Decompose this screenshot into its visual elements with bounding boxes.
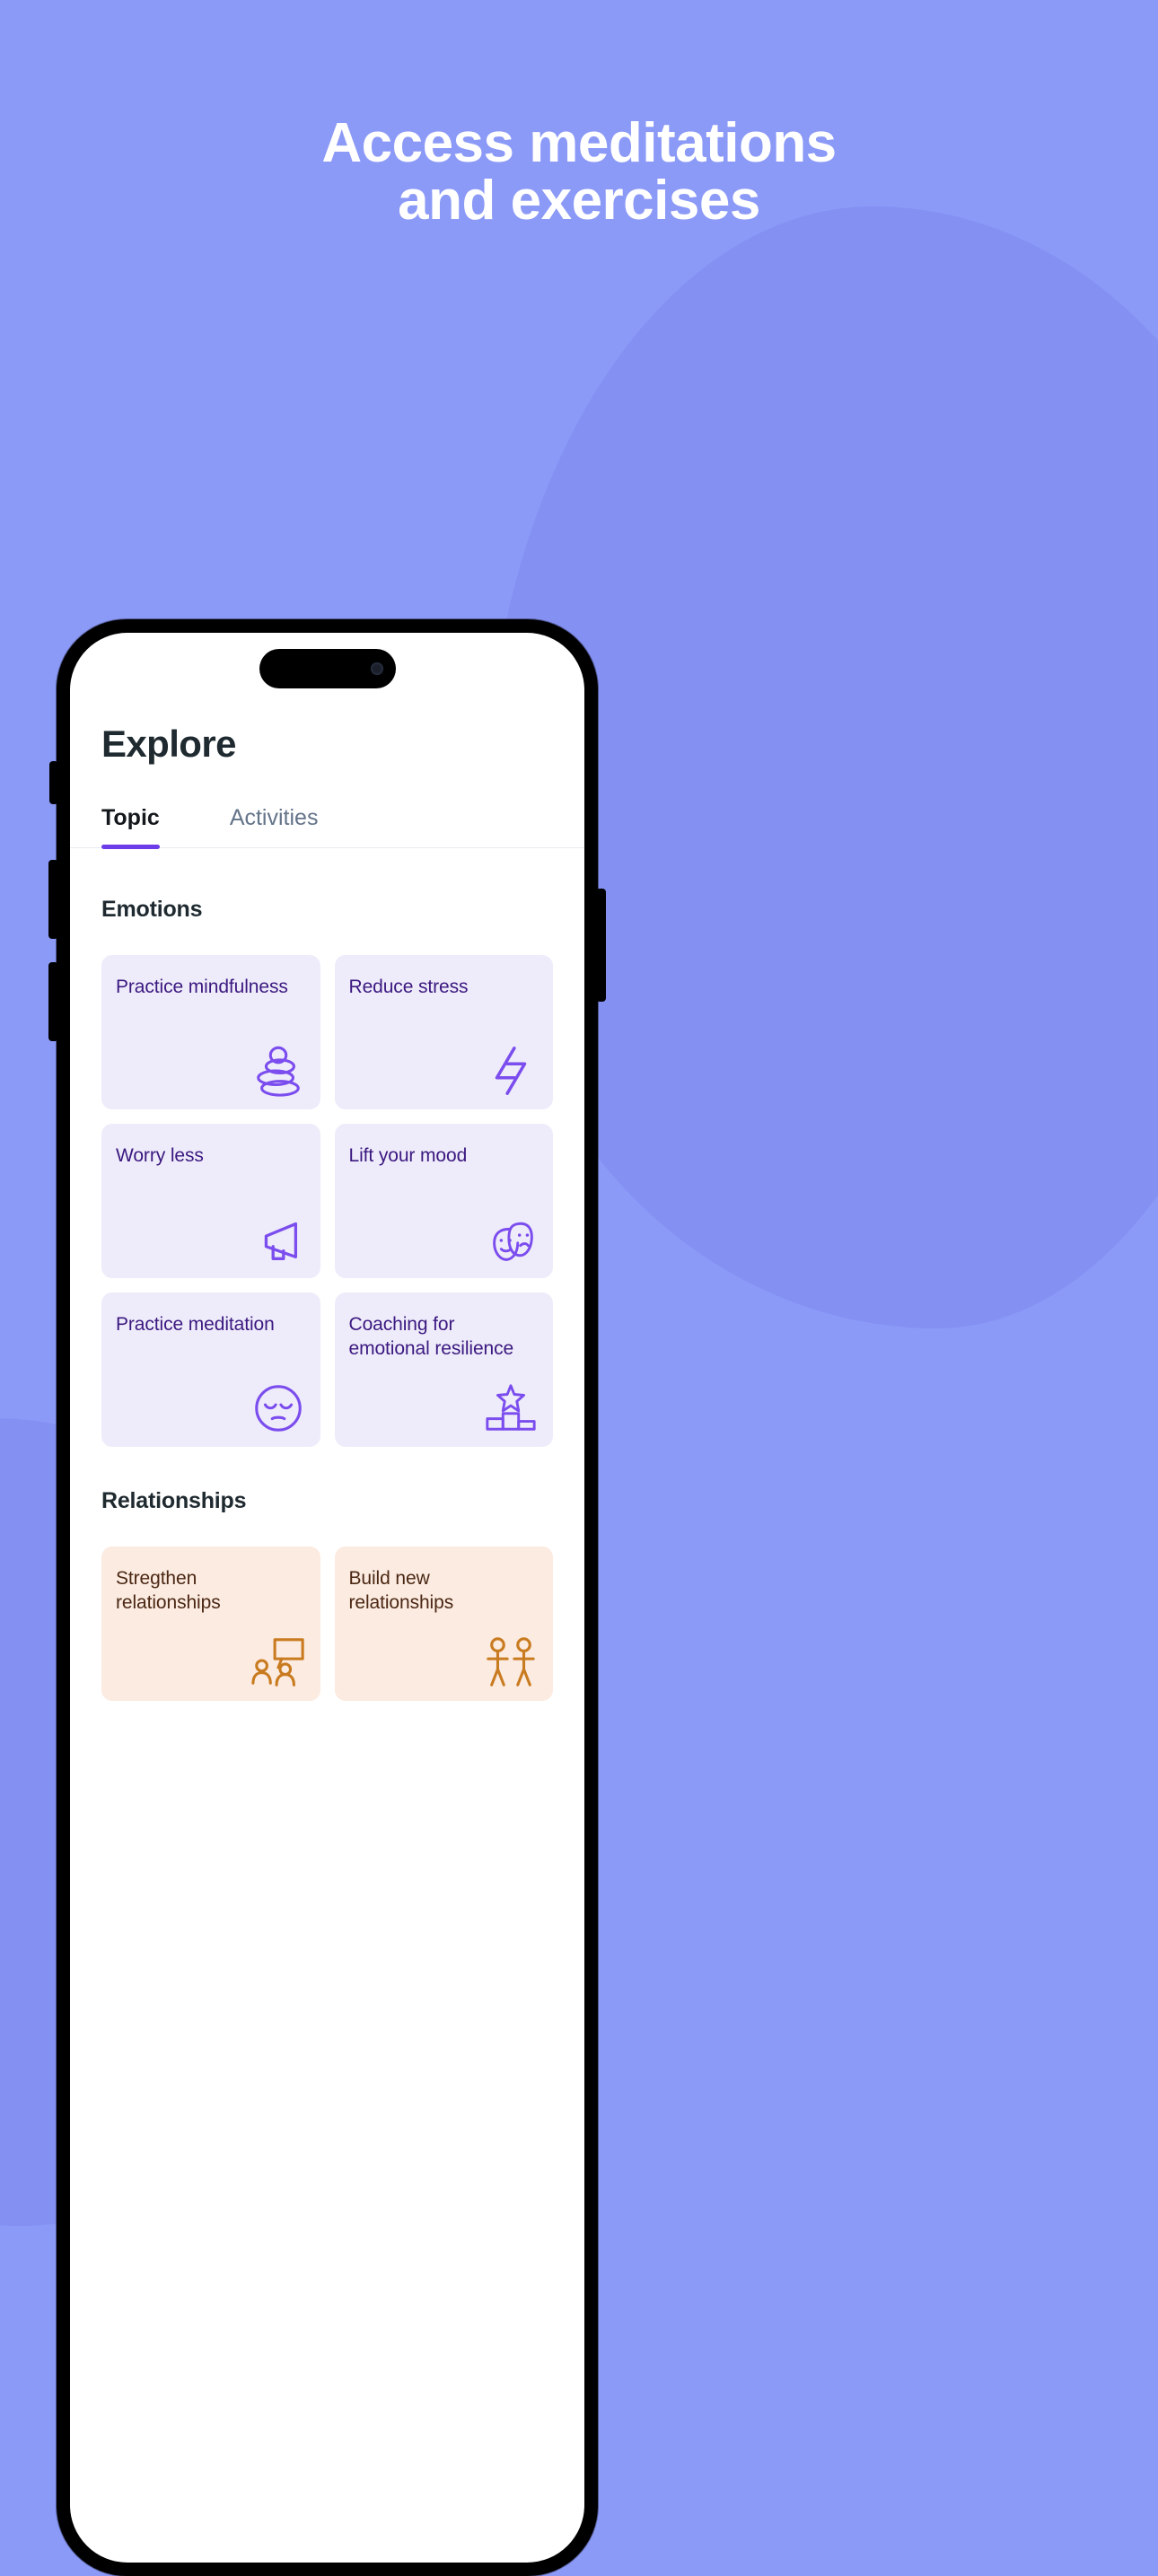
- topic-card-label: Stregthen relationships: [116, 1568, 221, 1614]
- tab-topic[interactable]: Topic: [101, 805, 160, 849]
- topic-card-label: Practice mindfulness: [116, 977, 288, 997]
- topic-card-label: Worry less: [116, 1145, 204, 1166]
- section-title-relationships: Relationships: [101, 1488, 247, 1513]
- topic-card-label: Build new relationships: [348, 1568, 454, 1614]
- presentation-people-icon: [250, 1634, 306, 1690]
- mute-switch-button[interactable]: [49, 761, 58, 804]
- card-grid-relationships: Stregthen relationships Build new relati…: [70, 1546, 584, 1701]
- card-grid-emotions: Practice mindfulness Reduce stress Worry…: [70, 955, 584, 1447]
- volume-down-button[interactable]: [48, 962, 58, 1041]
- two-people-icon: [483, 1634, 539, 1690]
- phone-mockup: Explore Topic Activities Emotions Practi…: [48, 619, 606, 2576]
- tab-bar: Topic Activities: [70, 805, 584, 849]
- topic-card-label: Reduce stress: [348, 977, 469, 997]
- lightning-bolt-icon: [483, 1043, 539, 1099]
- topic-card-worry-less[interactable]: Worry less: [101, 1124, 320, 1278]
- theater-masks-icon: [483, 1212, 539, 1267]
- topic-card-lift-your-mood[interactable]: Lift your mood: [334, 1124, 553, 1278]
- topic-card-label: Coaching for emotional resilience: [348, 1314, 514, 1360]
- phone-screen: Explore Topic Activities Emotions Practi…: [70, 633, 584, 2563]
- stacked-stones-icon: [250, 1043, 306, 1099]
- topic-card-strengthen-relationships[interactable]: Stregthen relationships: [101, 1546, 320, 1701]
- explore-app: Explore Topic Activities Emotions Practi…: [70, 633, 584, 2563]
- topic-card-label: Practice meditation: [116, 1314, 275, 1335]
- volume-up-button[interactable]: [48, 860, 58, 939]
- topic-card-label: Lift your mood: [348, 1145, 468, 1166]
- topic-card-practice-meditation[interactable]: Practice meditation: [101, 1292, 320, 1447]
- page-title: Explore: [101, 723, 236, 765]
- promo-headline: Access meditations and exercises: [0, 115, 1158, 230]
- megaphone-icon: [250, 1212, 306, 1267]
- podium-star-icon: [483, 1380, 539, 1436]
- power-button[interactable]: [596, 889, 606, 1002]
- promo-headline-line-2: and exercises: [398, 169, 760, 232]
- section-title-emotions: Emotions: [101, 897, 203, 922]
- calm-face-icon: [250, 1380, 306, 1436]
- topic-card-practice-mindfulness[interactable]: Practice mindfulness: [101, 955, 320, 1109]
- topic-card-build-new-relationships[interactable]: Build new relationships: [334, 1546, 553, 1701]
- topic-card-reduce-stress[interactable]: Reduce stress: [334, 955, 553, 1109]
- topic-card-coaching-emotional-resilience[interactable]: Coaching for emotional resilience: [334, 1292, 553, 1447]
- promo-headline-line-1: Access meditations: [321, 112, 837, 174]
- tab-activities[interactable]: Activities: [230, 805, 319, 847]
